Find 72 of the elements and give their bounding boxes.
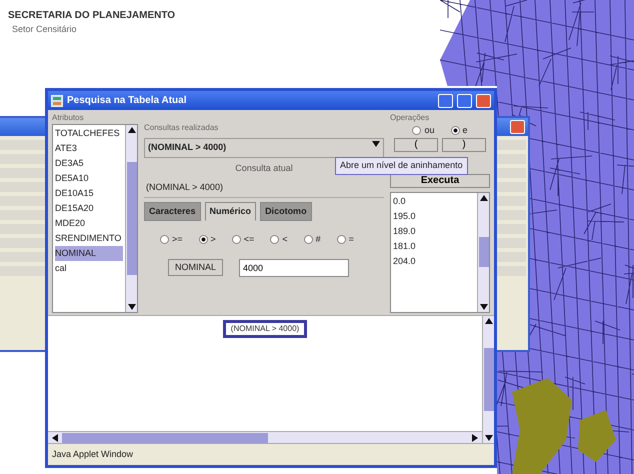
radio-button[interactable]: [412, 126, 422, 136]
scroll-left-icon[interactable]: [52, 434, 58, 442]
radio-label: >: [210, 233, 216, 246]
section-label: Consulta atual: [235, 162, 293, 174]
minimize-button[interactable]: [438, 94, 453, 108]
list-item[interactable]: DE10A15: [55, 186, 123, 201]
caret-icon: [372, 141, 380, 147]
radio-button[interactable]: [450, 126, 460, 136]
parenthesis-button[interactable]: ): [442, 138, 486, 152]
scroll-up-icon[interactable]: [480, 194, 488, 200]
scroll-down-icon[interactable]: [484, 435, 492, 441]
header-title: SECRETARIA DO PLANEJAMENTO: [8, 9, 176, 23]
scroll-up-icon[interactable]: [128, 127, 136, 133]
scrollbar[interactable]: [125, 125, 137, 312]
radio-button[interactable]: [270, 235, 280, 244]
tab[interactable]: Caracteres: [144, 202, 201, 221]
scroll-down-icon[interactable]: [128, 304, 136, 310]
current-query: (NOMINAL > 4000): [144, 179, 384, 198]
list-item[interactable]: NOMINAL: [55, 246, 123, 261]
query-dropdown[interactable]: (NOMINAL > 4000): [144, 138, 384, 158]
radio-label: =: [348, 233, 354, 246]
group-label: Atributos: [52, 112, 85, 124]
list-item[interactable]: 181.0: [393, 238, 475, 254]
radio-label: ou: [424, 124, 434, 137]
radio-label: <=: [244, 233, 254, 246]
scroll-up-icon[interactable]: [484, 318, 492, 324]
radio-button[interactable]: [160, 235, 169, 244]
radio-button[interactable]: [198, 235, 208, 244]
close-button[interactable]: [476, 94, 491, 108]
maximize-button[interactable]: [457, 94, 472, 108]
app-icon: [51, 94, 63, 106]
radio-label: #: [316, 233, 321, 246]
status-bar: Java Applet Window: [48, 443, 494, 465]
list-item[interactable]: 195.0: [393, 208, 475, 224]
list-item[interactable]: DE15A20: [55, 201, 123, 216]
scroll-thumb[interactable]: [478, 237, 488, 268]
group-label: Consultas realizadas: [144, 122, 220, 134]
list-item[interactable]: ATE3: [55, 141, 123, 156]
radio-label: >=: [172, 233, 183, 246]
scroll-thumb[interactable]: [62, 432, 268, 442]
list-item[interactable]: TOTALCHEFES: [55, 126, 123, 141]
list-item[interactable]: 0.0: [393, 194, 475, 208]
scroll-thumb[interactable]: [126, 162, 136, 275]
header-subtitle: Setor Censitário: [11, 23, 78, 36]
list-item[interactable]: DE5A10: [55, 171, 123, 186]
list-item[interactable]: DE3A5: [55, 156, 123, 171]
scrollbar[interactable]: [48, 431, 482, 443]
scrollbar[interactable]: [477, 192, 489, 312]
scroll-thumb[interactable]: [484, 348, 494, 412]
scrollbar[interactable]: [482, 316, 494, 443]
tooltip: Abre um nível de aninhamento: [335, 157, 468, 174]
list-item[interactable]: 204.0: [393, 254, 475, 268]
radio-button[interactable]: [336, 235, 346, 244]
radio-label: e: [462, 124, 468, 137]
close-icon[interactable]: [510, 120, 525, 134]
value-field[interactable]: 4000: [239, 258, 350, 276]
parenthesis-button[interactable]: (: [394, 138, 438, 152]
list-item[interactable]: SRENDIMENTO: [55, 231, 123, 246]
radio-button[interactable]: [232, 235, 241, 244]
scroll-down-icon[interactable]: [480, 304, 488, 310]
list-item[interactable]: 189.0: [393, 224, 475, 238]
attribute-label: NOMINAL: [168, 258, 224, 276]
tab[interactable]: Numérico: [204, 202, 256, 221]
tab[interactable]: Dicotomo: [260, 202, 312, 221]
group-label: Operações: [390, 112, 430, 124]
query-expression: (NOMINAL > 4000): [222, 320, 308, 338]
list-item[interactable]: cal: [55, 261, 123, 276]
list-item[interactable]: MDE20: [55, 216, 123, 231]
radio-label: <: [282, 233, 288, 246]
dialog-title: Pesquisa na Tabela Atual: [67, 94, 186, 108]
scroll-right-icon[interactable]: [472, 434, 478, 442]
radio-button[interactable]: [304, 235, 313, 244]
